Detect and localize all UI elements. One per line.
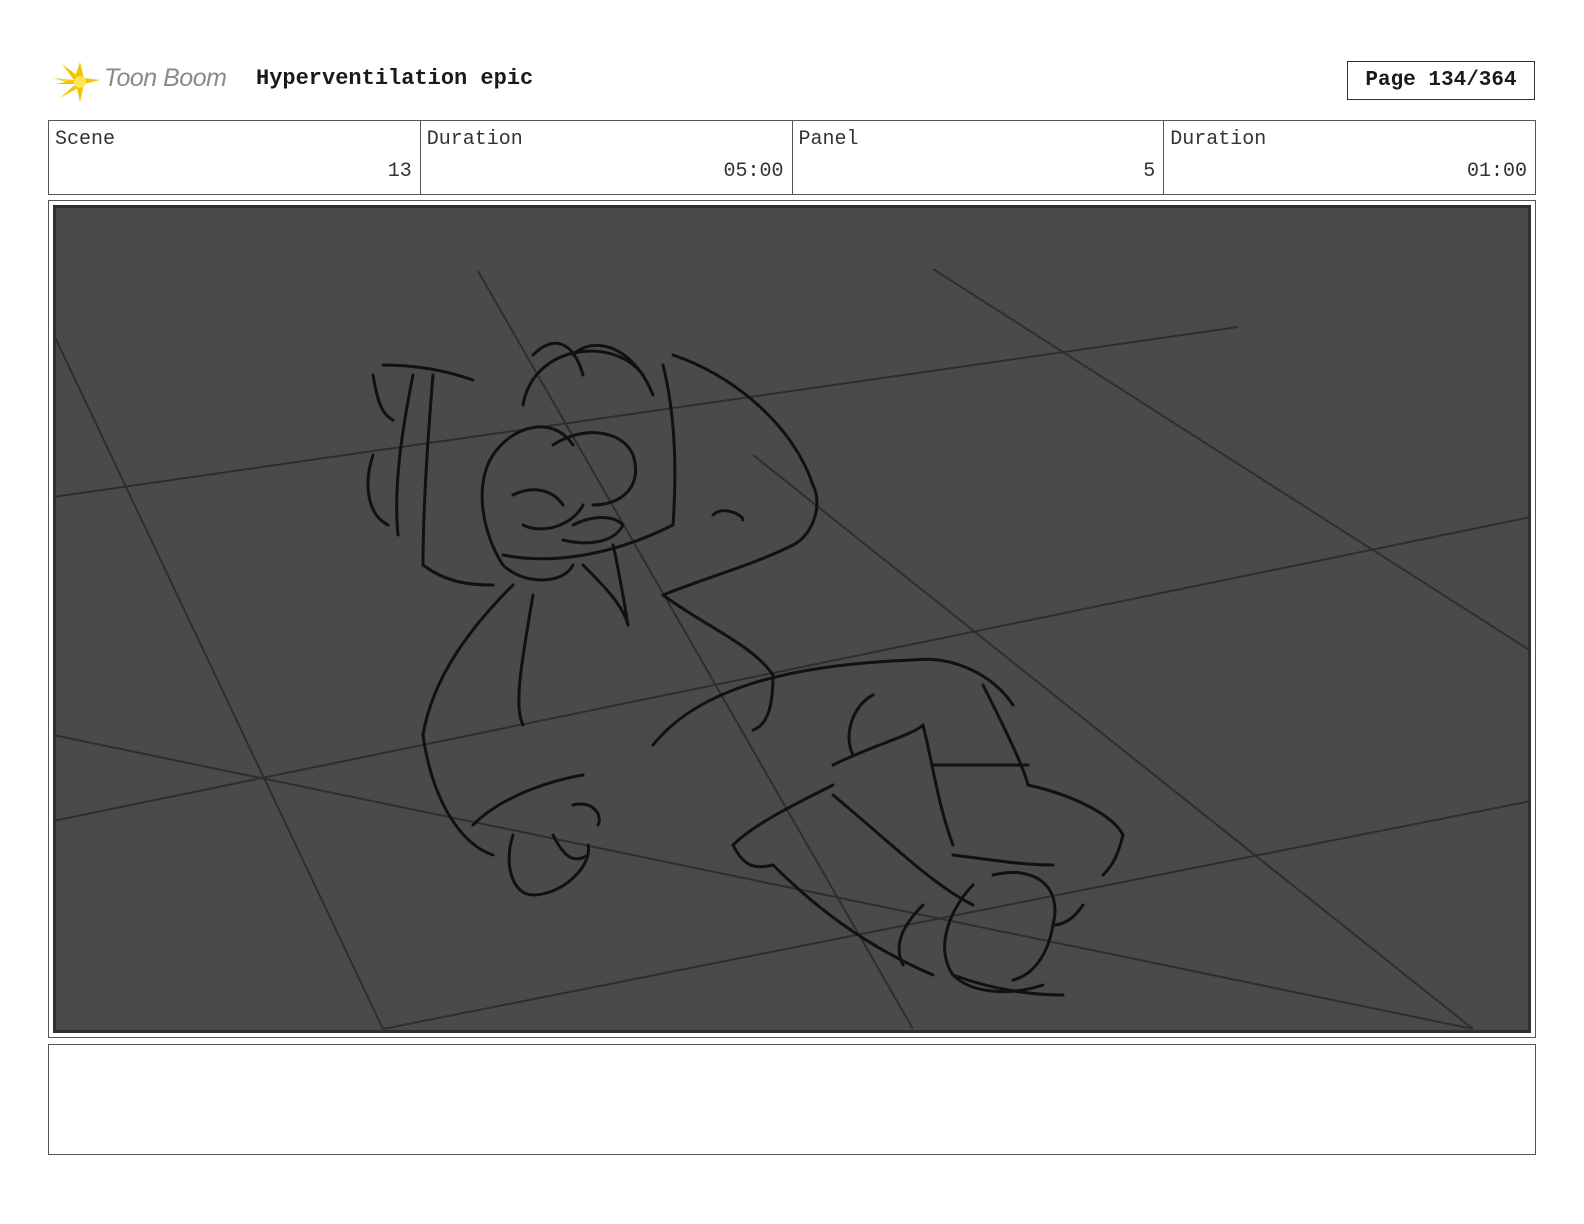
panel-duration-cell: Duration 01:00 [1164,121,1535,194]
logo-text: Toon Boom [104,64,227,92]
scene-duration-value: 05:00 [723,160,784,183]
document-title: Hyperventilation epic [256,66,534,91]
panel-cell: Panel 5 [793,121,1165,194]
scene-duration-label: Duration [426,128,523,151]
toon-boom-logo: Toon Boom [50,54,240,108]
scene-label: Scene [55,128,116,151]
page-indicator: Page 134/364 [1347,61,1535,100]
scene-info-table: Scene 13 Duration 05:00 Panel 5 Duration… [48,120,1536,195]
scene-duration-cell: Duration 05:00 [421,121,793,194]
panel-duration-label: Duration [1170,128,1267,151]
scene-value: 13 [387,160,412,183]
storyboard-panel-frame [48,200,1536,1038]
storyboard-panel-image [53,205,1531,1033]
scene-cell: Scene 13 [49,121,421,194]
sketch-drawing [53,205,1531,1033]
panel-notes-box [48,1044,1536,1155]
panel-value: 5 [1143,160,1156,183]
starburst-icon [52,62,100,102]
panel-label: Panel [798,128,859,151]
panel-duration-value: 01:00 [1466,160,1527,183]
